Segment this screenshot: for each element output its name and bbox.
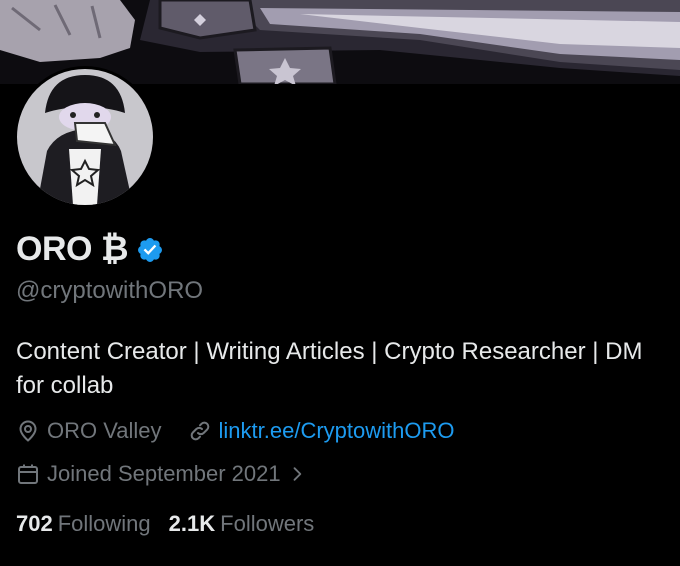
profile-name-row: ORO ₿	[16, 230, 164, 269]
avatar-image	[17, 69, 153, 205]
joined-row[interactable]: Joined September 2021	[16, 461, 314, 487]
website-link[interactable]: linktr.ee/CryptowithORO	[219, 418, 455, 444]
following-count: 702	[16, 511, 53, 536]
verified-badge-icon[interactable]	[136, 236, 164, 264]
followers-stat[interactable]: 2.1K Followers	[169, 511, 315, 537]
joined-text: Joined September 2021	[47, 461, 281, 486]
following-label: Following	[57, 511, 151, 536]
profile-bio: Content Creator | Writing Articles | Cry…	[16, 338, 643, 399]
chevron-right-icon	[293, 467, 301, 481]
location-text: ORO Valley	[47, 418, 162, 443]
calendar-icon	[18, 464, 38, 484]
link-icon	[190, 421, 209, 441]
location-pin-icon	[19, 420, 37, 442]
profile-name: ORO ₿	[16, 230, 129, 268]
profile-stats: 702 Following 2.1K Followers	[16, 511, 332, 537]
profile-avatar[interactable]	[14, 66, 156, 208]
joined-item[interactable]: Joined September 2021	[16, 461, 314, 487]
profile-meta-row: ORO Valley linktr.ee/CryptowithORO	[16, 418, 454, 444]
following-stat[interactable]: 702 Following	[16, 511, 151, 537]
location-item: ORO Valley	[16, 418, 162, 444]
website-item[interactable]: linktr.ee/CryptowithORO	[188, 418, 455, 444]
followers-count: 2.1K	[168, 511, 216, 536]
profile-handle: @cryptowithORO	[16, 277, 204, 304]
followers-label: Followers	[220, 511, 315, 536]
